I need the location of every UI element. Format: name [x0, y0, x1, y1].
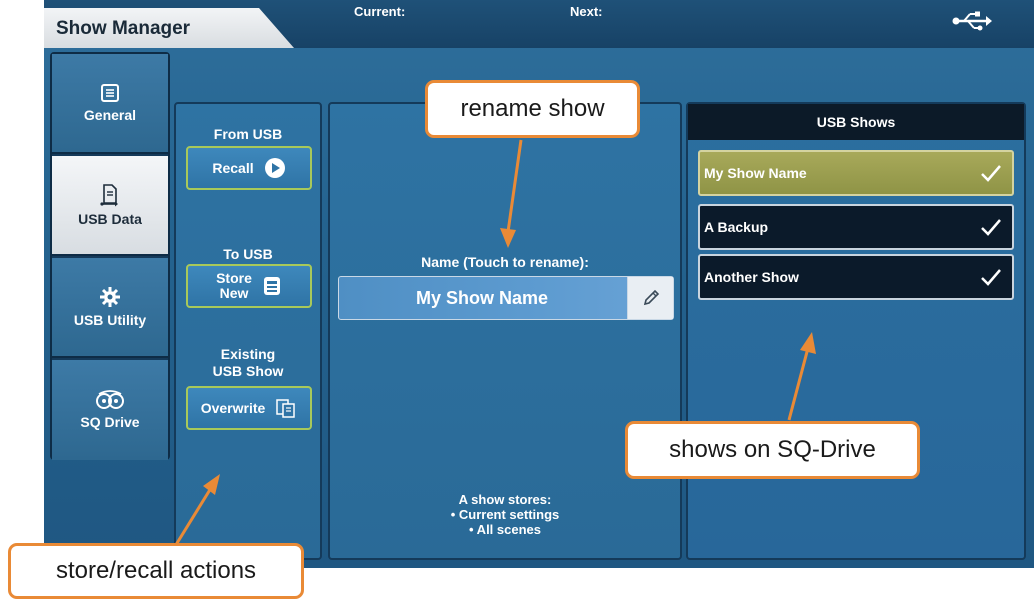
page-title: Show Manager: [44, 8, 294, 48]
usb-shows-header: USB Shows: [688, 104, 1024, 140]
callout-store-recall-actions: store/recall actions: [8, 543, 304, 599]
sidebar-item-label: USB Data: [78, 211, 142, 227]
sidebar-item-general[interactable]: General: [52, 54, 168, 154]
current-show-label: Current:: [354, 4, 406, 19]
name-field-label: Name (Touch to rename):: [421, 254, 589, 270]
checkmark-icon: [981, 219, 1001, 236]
info-line-2: • Current settings: [450, 507, 560, 522]
overwrite-label: Overwrite: [200, 400, 266, 416]
store-new-button[interactable]: Store New: [186, 264, 312, 308]
show-name-panel: Name (Touch to rename): My Show Name A s…: [328, 102, 682, 560]
usb-document-icon: [100, 184, 118, 207]
sidebar: General USB Data USB Utility SQ Drive: [50, 52, 170, 460]
usb-shows-panel: USB Shows My Show Name A Backup Another …: [686, 102, 1026, 560]
list-item[interactable]: Another Show: [698, 254, 1014, 300]
next-show-label: Next:: [570, 4, 603, 19]
show-item-name: My Show Name: [704, 165, 807, 181]
sidebar-item-label: USB Utility: [73, 312, 147, 328]
checkmark-icon: [981, 165, 1001, 182]
callout-shows-on-sq-drive: shows on SQ-Drive: [625, 421, 920, 479]
overwrite-icon: [276, 399, 296, 418]
usb-icon: [952, 11, 992, 31]
checkmark-icon: [981, 269, 1001, 286]
sidebar-item-label: General: [83, 107, 137, 123]
save-icon: [263, 277, 280, 295]
recall-button[interactable]: Recall: [186, 146, 312, 190]
show-item-name: A Backup: [704, 219, 769, 235]
sq-drive-icon: [96, 390, 124, 409]
rename-button[interactable]: [627, 277, 673, 319]
callout-rename-show: rename show: [425, 80, 640, 138]
actions-panel: From USB Recall To USB Store New Existin…: [174, 102, 322, 560]
sidebar-item-usb-data[interactable]: USB Data: [52, 156, 168, 256]
sidebar-item-label: SQ Drive: [80, 414, 140, 430]
existing-label-line2: USB Show: [212, 363, 284, 379]
sidebar-item-usb-utility[interactable]: USB Utility: [52, 258, 168, 358]
pencil-icon: [643, 289, 659, 306]
show-info-text: A show stores: • Current settings • All …: [330, 492, 680, 537]
gear-icon: [100, 287, 120, 307]
info-line-3: • All scenes: [469, 522, 541, 537]
store-new-label: Store New: [216, 271, 252, 301]
store-label-line2: New: [219, 285, 249, 301]
document-icon: [101, 84, 119, 102]
info-line-1: A show stores:: [458, 492, 552, 507]
existing-label-line1: Existing: [220, 346, 276, 362]
sidebar-item-sq-drive[interactable]: SQ Drive: [52, 360, 168, 460]
show-name-value: My Show Name: [415, 288, 549, 308]
list-item[interactable]: A Backup: [698, 204, 1014, 250]
to-usb-label: To USB: [223, 246, 273, 262]
top-bar: Show Manager Current: Next:: [44, 0, 1034, 48]
from-usb-label: From USB: [213, 126, 283, 142]
play-icon: [264, 158, 285, 178]
show-name-field[interactable]: My Show Name: [338, 276, 674, 320]
overwrite-button[interactable]: Overwrite: [186, 386, 312, 430]
show-item-name: Another Show: [704, 269, 799, 285]
list-item[interactable]: My Show Name: [698, 150, 1014, 196]
recall-label: Recall: [212, 160, 254, 176]
existing-usb-show-label: Existing USB Show: [176, 346, 320, 380]
store-label-line1: Store: [216, 270, 252, 286]
